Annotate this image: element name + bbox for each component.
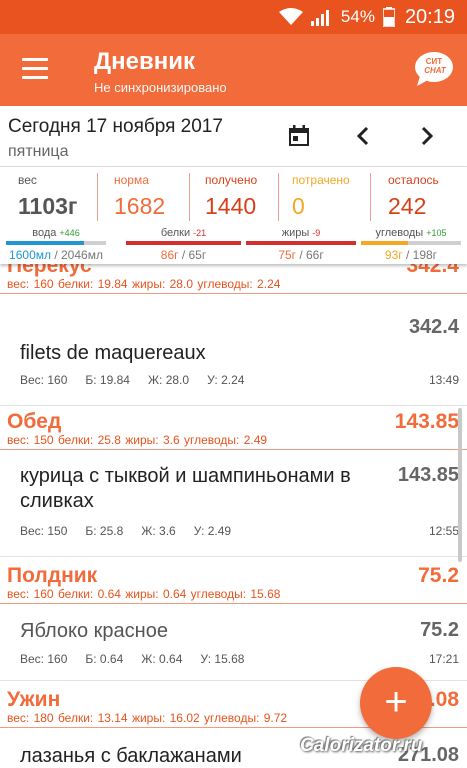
chat-icon[interactable]: СИТ CHAT: [414, 50, 454, 88]
water-bar-fill: [6, 241, 84, 245]
item-kcal: 75.2: [420, 619, 459, 641]
fat-bar: жиры -9 75г / 66г: [246, 227, 356, 263]
chevron-right-icon[interactable]: [420, 126, 434, 146]
item-macros: Вес: 160 Б: 19.84 Ж: 28.0 У: 2.24: [20, 373, 245, 387]
item-kcal: 143.85: [397, 464, 459, 486]
app-bar: Дневник Не синхронизировано СИТ CHAT: [0, 34, 467, 106]
current-date: Сегодня 17 ноября 2017: [8, 116, 223, 137]
svg-text:СИТ: СИТ: [426, 57, 443, 66]
carbs-bar-fill: [361, 241, 408, 245]
fat-bar-fill: [246, 241, 356, 245]
water-bar: вода +446 1600мл / 2046мл: [6, 227, 106, 263]
carbs-bar: углеводы +105 93г / 198г: [361, 227, 461, 263]
meal-name: Полдник: [7, 564, 98, 587]
chevron-left-icon[interactable]: [356, 126, 370, 146]
meal-header[interactable]: Перекус 342.4 вес: 160 белки: 19.84 жиры…: [0, 264, 467, 294]
protein-bar-fill: [126, 241, 241, 245]
wifi-icon: [278, 8, 303, 26]
meal-section: Перекус 342.4 вес: 160 белки: 19.84 жиры…: [0, 264, 467, 294]
list-item[interactable]: 143.85 курица с тыквой и шампиньонами в …: [0, 450, 467, 558]
meal-header[interactable]: Обед 143.85 вес: 150 белки: 25.8 жиры: 3…: [0, 406, 467, 450]
item-name: Яблоко красное: [20, 620, 168, 642]
meal-section: Полдник 75.2 вес: 160 белки: 0.64 жиры: …: [0, 560, 467, 604]
meal-total: 75.2: [418, 564, 459, 587]
item-time: 12:55: [428, 524, 459, 538]
meal-header[interactable]: Полдник 75.2 вес: 160 белки: 0.64 жиры: …: [0, 560, 467, 604]
item-macros: Вес: 150 Б: 25.8 Ж: 3.6 У: 2.49: [20, 524, 232, 538]
item-time: 13:49: [428, 373, 459, 387]
clock: 20:19: [404, 5, 455, 28]
daily-summary: вес 1103г норма 1682 получено 1440 потра…: [0, 166, 467, 264]
meal-macros: вес: 160 белки: 0.64 жиры: 0.64 углеводы…: [7, 587, 281, 601]
battery-icon: [382, 7, 395, 27]
item-name: filets de maquereaux: [20, 342, 206, 364]
status-bar: 54% 20:19: [0, 0, 467, 34]
item-name: лазанья с баклажанами: [20, 745, 242, 767]
stat-weight: вес 1103г: [18, 173, 78, 219]
add-button[interactable]: +: [360, 667, 432, 739]
meal-name: Перекус: [7, 264, 92, 277]
meal-name: Ужин: [7, 688, 61, 711]
menu-icon[interactable]: [22, 58, 48, 80]
list-item[interactable]: 342.4 filets de maquereaux Вес: 160 Б: 19…: [0, 294, 467, 406]
battery-percent: 54%: [340, 7, 375, 26]
date-bar: Сегодня 17 ноября 2017 пятница: [0, 106, 467, 166]
stat-left: осталось 242: [388, 173, 439, 219]
stat-received: получено 1440: [205, 173, 258, 219]
sync-status: Не синхронизировано: [94, 80, 227, 95]
item-kcal: 342.4: [408, 316, 459, 338]
item-time: 17:21: [428, 652, 459, 666]
meal-total: 143.85: [394, 410, 459, 433]
protein-bar: белки -21 86г / 65г: [126, 227, 241, 263]
item-name: курица с тыквой и шампиньонами в сливках: [20, 465, 351, 512]
stat-spent: потрачено 0: [292, 173, 350, 219]
item-macros: Вес: 160 Б: 0.64 Ж: 0.64 У: 15.68: [20, 652, 245, 666]
meal-total: 342.4: [406, 264, 459, 277]
calendar-icon[interactable]: [287, 124, 311, 148]
weekday: пятница: [8, 143, 69, 160]
meal-section: Обед 143.85 вес: 150 белки: 25.8 жиры: 3…: [0, 406, 467, 450]
signal-icon: [310, 8, 333, 26]
scrollbar[interactable]: [458, 408, 462, 562]
meal-macros: вес: 180 белки: 13.14 жиры: 16.02 углево…: [7, 711, 288, 725]
meal-name: Обед: [7, 410, 62, 433]
page-title: Дневник: [94, 48, 195, 75]
stat-norm: норма 1682: [114, 173, 166, 219]
svg-text:CHAT: CHAT: [424, 66, 447, 75]
meal-macros: вес: 160 белки: 19.84 жиры: 28.0 углевод…: [7, 277, 281, 291]
watermark: Calorizator.ru: [300, 735, 423, 756]
meal-macros: вес: 150 белки: 25.8 жиры: 3.6 углеводы:…: [7, 433, 268, 447]
